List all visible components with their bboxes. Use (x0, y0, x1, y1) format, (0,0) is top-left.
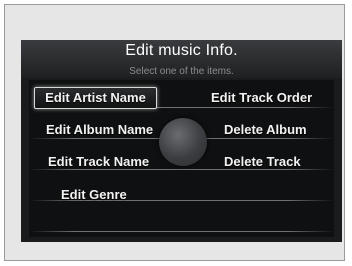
menu-divider (29, 231, 334, 232)
navigation-screen: Edit music Info. Select one of the items… (21, 40, 342, 242)
interface-dial-knob (159, 118, 207, 166)
menu-item-edit-artist-name[interactable]: Edit Artist Name (34, 87, 157, 109)
menu-item-delete-track[interactable]: Delete Track (224, 154, 301, 170)
menu-item-delete-album[interactable]: Delete Album (224, 122, 307, 138)
menu-item-edit-genre[interactable]: Edit Genre (61, 187, 127, 203)
menu-item-edit-track-order[interactable]: Edit Track Order (211, 90, 312, 106)
page-frame: Edit music Info. Select one of the items… (4, 4, 345, 261)
screen-subtitle: Select one of the items. (129, 66, 234, 77)
menu-item-edit-track-name[interactable]: Edit Track Name (48, 154, 149, 170)
screen-header: Edit music Info. Select one of the items… (21, 40, 342, 78)
menu-item-edit-album-name[interactable]: Edit Album Name (46, 122, 153, 138)
screen-title: Edit music Info. (125, 42, 238, 59)
